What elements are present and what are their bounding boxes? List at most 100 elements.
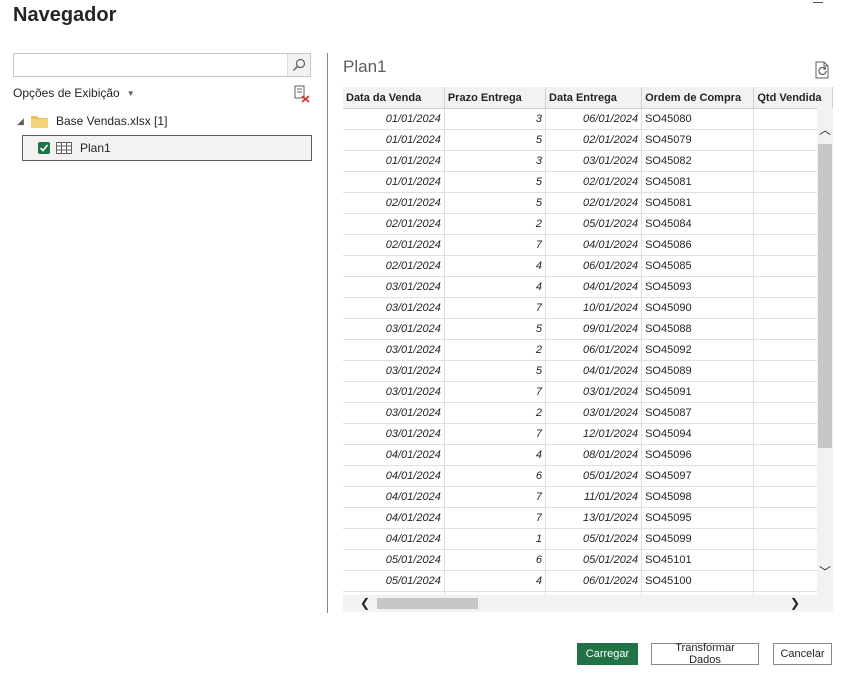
table-cell[interactable]: 03/01/2024 <box>343 402 445 424</box>
table-cell[interactable]: 04/01/2024 <box>343 507 445 529</box>
table-cell[interactable]: 03/01/2024 <box>545 381 643 403</box>
horizontal-scroll-thumb[interactable] <box>377 598 478 609</box>
table-cell[interactable]: 2 <box>444 339 547 361</box>
table-cell[interactable]: 11/01/2024 <box>545 486 643 508</box>
scroll-right-icon[interactable]: ❯ <box>787 595 803 612</box>
table-cell[interactable]: 02/01/2024 <box>343 192 445 214</box>
refresh-preview-icon[interactable] <box>815 61 831 79</box>
display-options-dropdown[interactable]: Opções de Exibição ▼ <box>13 86 135 100</box>
table-cell[interactable]: 05/01/2024 <box>343 570 445 592</box>
table-cell[interactable]: 4 <box>444 570 547 592</box>
table-cell[interactable]: 01/01/2024 <box>343 129 445 151</box>
table-cell[interactable]: SO45089 <box>641 360 755 382</box>
horizontal-scrollbar[interactable]: ❮ ❯ <box>343 595 833 612</box>
load-button[interactable]: Carregar <box>577 643 638 665</box>
table-cell[interactable]: 01/01/2024 <box>343 150 445 172</box>
table-cell[interactable]: 4 <box>444 276 547 298</box>
table-cell[interactable]: 03/01/2024 <box>545 402 643 424</box>
expand-triangle-icon[interactable]: ◢ <box>17 116 29 127</box>
table-cell[interactable]: SO45079 <box>641 129 755 151</box>
table-cell[interactable]: 6 <box>444 465 547 487</box>
table-cell[interactable]: SO45086 <box>641 234 755 256</box>
column-header[interactable]: Data Entrega <box>545 87 643 109</box>
preview-grid[interactable]: Data da Venda Prazo Entrega Data Entrega… <box>343 87 833 595</box>
table-cell[interactable]: 01/01/2024 <box>343 171 445 193</box>
table-cell[interactable]: 05/01/2024 <box>545 213 643 235</box>
vertical-scrollbar[interactable]: ︿ ﹀ <box>817 108 833 595</box>
table-cell[interactable]: 04/01/2024 <box>343 528 445 550</box>
table-cell[interactable]: 5 <box>444 360 547 382</box>
table-cell[interactable]: 02/01/2024 <box>343 234 445 256</box>
table-cell[interactable]: SO45084 <box>641 213 755 235</box>
table-cell[interactable]: 5 <box>444 171 547 193</box>
tree-root-workbook[interactable]: ◢ Base Vendas.xlsx [1] <box>17 114 167 128</box>
table-cell[interactable]: SO45081 <box>641 171 755 193</box>
table-cell[interactable]: 10/01/2024 <box>545 297 643 319</box>
scroll-down-icon[interactable]: ﹀ <box>817 564 833 580</box>
table-cell[interactable]: 5 <box>444 318 547 340</box>
table-cell[interactable]: 04/01/2024 <box>343 444 445 466</box>
table-cell[interactable]: 3 <box>444 150 547 172</box>
table-cell[interactable]: SO45099 <box>641 528 755 550</box>
table-cell[interactable]: SO45082 <box>641 150 755 172</box>
table-cell[interactable]: 04/01/2024 <box>545 276 643 298</box>
transform-data-button[interactable]: Transformar Dados <box>651 642 759 666</box>
table-cell[interactable]: SO45092 <box>641 339 755 361</box>
table-cell[interactable]: SO45088 <box>641 318 755 340</box>
table-cell[interactable]: 08/01/2024 <box>545 444 643 466</box>
panel-divider[interactable] <box>327 53 328 613</box>
scroll-left-icon[interactable]: ❮ <box>357 595 373 612</box>
table-cell[interactable]: SO45095 <box>641 507 755 529</box>
table-cell[interactable]: 03/01/2024 <box>343 339 445 361</box>
table-cell[interactable]: SO45097 <box>641 465 755 487</box>
column-header[interactable]: Ordem de Compra <box>641 87 755 109</box>
table-cell[interactable]: 06/01/2024 <box>545 570 643 592</box>
table-cell[interactable]: 5 <box>444 192 547 214</box>
table-cell[interactable]: 05/01/2024 <box>545 549 643 571</box>
table-cell[interactable]: 1 <box>444 528 547 550</box>
table-cell[interactable]: 02/01/2024 <box>545 129 643 151</box>
tree-item-plan1[interactable]: Plan1 <box>22 135 312 161</box>
table-cell[interactable]: 4 <box>444 255 547 277</box>
scroll-up-icon[interactable]: ︿ <box>817 122 833 138</box>
table-cell[interactable]: 02/01/2024 <box>545 171 643 193</box>
table-cell[interactable]: 3 <box>444 108 547 130</box>
table-cell[interactable]: 04/01/2024 <box>343 465 445 487</box>
cancel-button[interactable]: Cancelar <box>773 643 832 665</box>
table-cell[interactable]: SO45091 <box>641 381 755 403</box>
table-cell[interactable]: 7 <box>444 486 547 508</box>
table-cell[interactable]: 06/01/2024 <box>545 108 643 130</box>
table-cell[interactable]: SO45096 <box>641 444 755 466</box>
table-cell[interactable]: 5 <box>444 129 547 151</box>
checkbox-checked-icon[interactable] <box>38 142 50 154</box>
table-cell[interactable]: 03/01/2024 <box>343 360 445 382</box>
search-input[interactable] <box>13 53 311 77</box>
table-cell[interactable]: 05/01/2024 <box>545 465 643 487</box>
table-cell[interactable]: SO45080 <box>641 108 755 130</box>
table-cell[interactable]: SO45085 <box>641 255 755 277</box>
table-cell[interactable]: 7 <box>444 381 547 403</box>
table-cell[interactable]: 04/01/2024 <box>343 486 445 508</box>
table-cell[interactable]: 03/01/2024 <box>545 150 643 172</box>
table-cell[interactable]: 06/01/2024 <box>545 339 643 361</box>
minimize-icon[interactable] <box>813 0 823 3</box>
search-icon[interactable] <box>287 54 310 76</box>
table-cell[interactable]: 03/01/2024 <box>343 276 445 298</box>
clear-selection-icon[interactable] <box>293 85 311 103</box>
table-cell[interactable]: 03/01/2024 <box>343 381 445 403</box>
table-cell[interactable]: 03/01/2024 <box>343 297 445 319</box>
table-cell[interactable]: 4 <box>444 444 547 466</box>
table-cell[interactable]: 05/01/2024 <box>545 528 643 550</box>
table-cell[interactable]: 03/01/2024 <box>343 318 445 340</box>
table-cell[interactable]: SO45101 <box>641 549 755 571</box>
table-cell[interactable]: 7 <box>444 423 547 445</box>
column-header[interactable]: Qtd Vendida <box>753 87 833 109</box>
table-cell[interactable]: 03/01/2024 <box>343 423 445 445</box>
column-header[interactable]: Prazo Entrega <box>444 87 547 109</box>
table-cell[interactable]: 05/01/2024 <box>343 549 445 571</box>
table-cell[interactable]: 06/01/2024 <box>545 255 643 277</box>
table-cell[interactable]: 09/01/2024 <box>545 318 643 340</box>
table-cell[interactable]: 02/01/2024 <box>343 213 445 235</box>
table-cell[interactable]: 7 <box>444 297 547 319</box>
table-cell[interactable]: 2 <box>444 213 547 235</box>
